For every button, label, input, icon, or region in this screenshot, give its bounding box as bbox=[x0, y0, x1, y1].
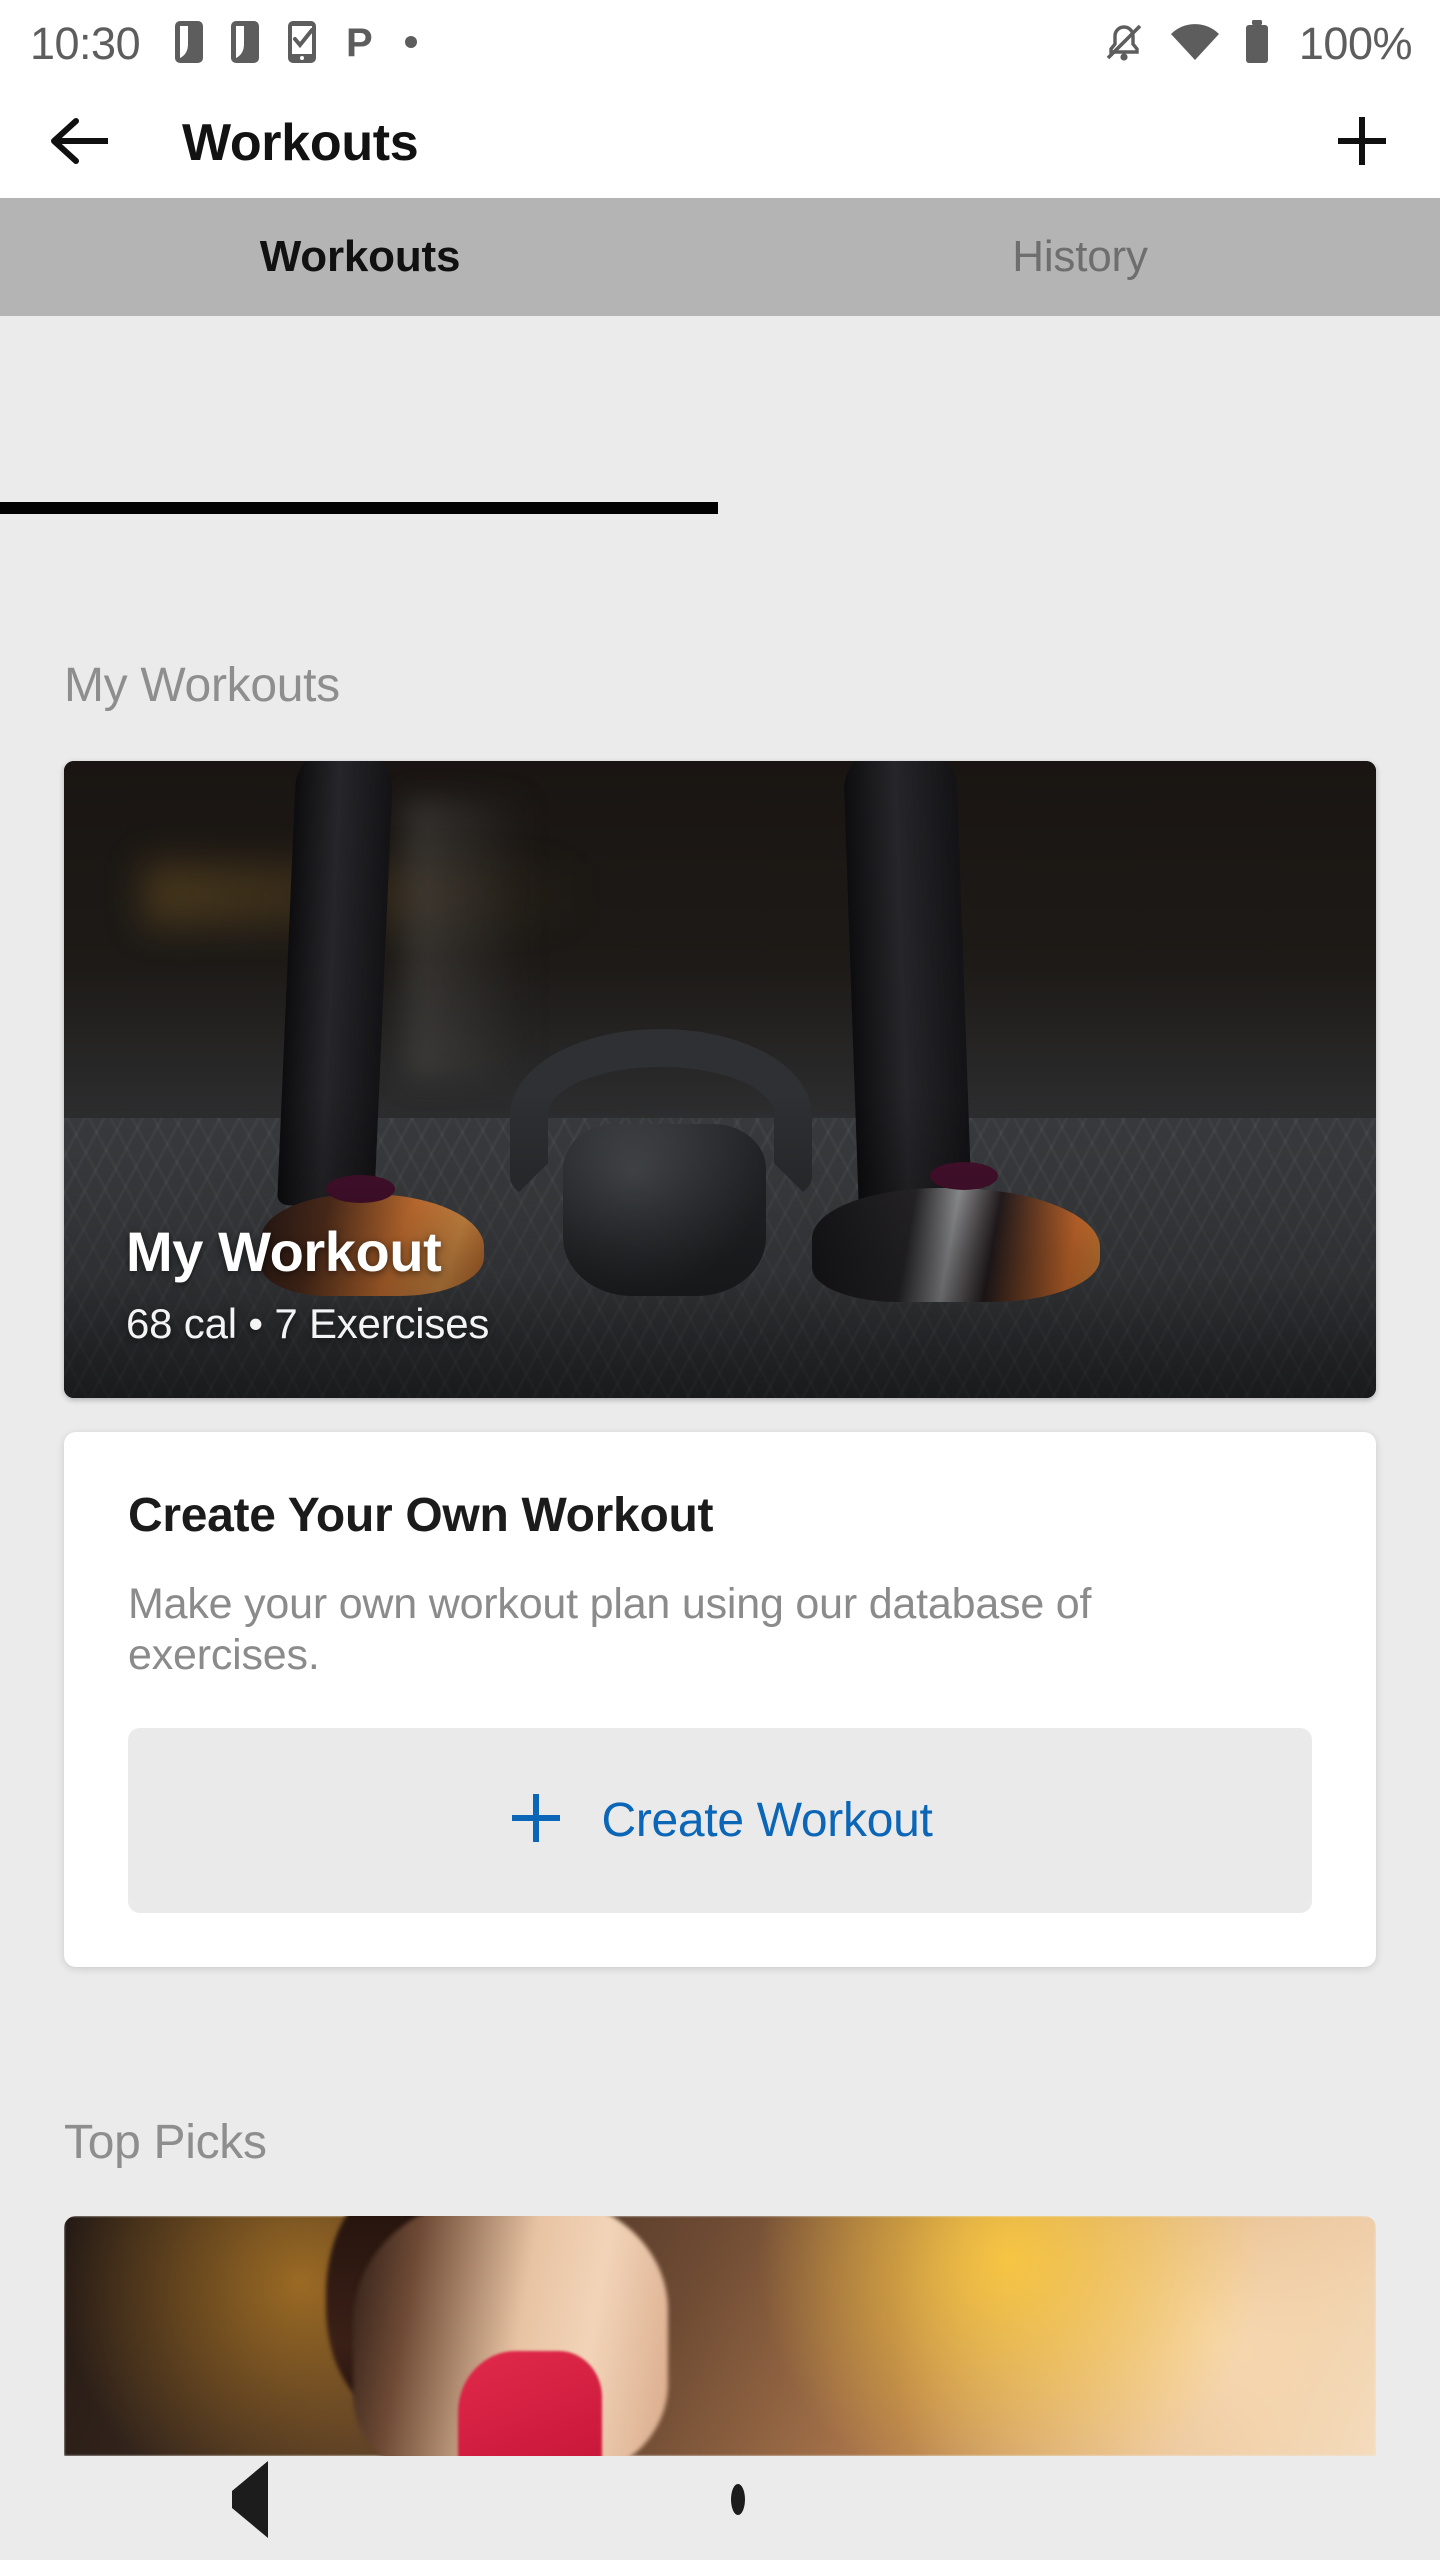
battery-percent-label: 100% bbox=[1298, 18, 1413, 69]
status-bar: 10:30 P 100% bbox=[0, 0, 1440, 88]
status-bar-system-icons: 100% bbox=[1101, 18, 1413, 71]
notifications-off-icon bbox=[1101, 18, 1147, 71]
app-bar: Workouts bbox=[0, 88, 1440, 198]
tab-workouts[interactable]: Workouts bbox=[0, 232, 720, 282]
page-title: Workouts bbox=[182, 114, 419, 172]
status-bar-clock: 10:30 bbox=[30, 18, 141, 69]
create-card-title: Create Your Own Workout bbox=[128, 1489, 714, 1542]
create-card-description: Make your own workout plan using our dat… bbox=[128, 1580, 1092, 1679]
create-workout-button-label: Create Workout bbox=[601, 1794, 933, 1848]
section-heading-top-picks: Top Picks bbox=[64, 2116, 267, 2170]
android-navigation-bar bbox=[0, 2440, 1440, 2560]
plus-icon bbox=[507, 1789, 565, 1852]
workout-card-my-workout[interactable]: My Workout 68 cal • 7 Exercises bbox=[64, 761, 1376, 1398]
create-workout-button[interactable]: Create Workout bbox=[128, 1728, 1312, 1914]
nav-home-icon[interactable] bbox=[730, 2484, 745, 2515]
status-bar-notification-icons: P bbox=[174, 20, 418, 69]
sim-card-icon bbox=[230, 20, 260, 69]
tab-bar: Workouts History bbox=[0, 198, 1440, 316]
section-heading-my-workouts: My Workouts bbox=[64, 659, 340, 712]
content-scroll-area[interactable]: My Workouts My Workout 68 cal • 7 Exerci… bbox=[0, 514, 1440, 2560]
task-complete-icon bbox=[286, 20, 318, 69]
nav-back-icon[interactable] bbox=[231, 2461, 268, 2538]
create-your-own-workout-card: Create Your Own Workout Make your own wo… bbox=[64, 1432, 1376, 1968]
tab-history[interactable]: History bbox=[720, 232, 1440, 282]
plus-icon[interactable] bbox=[1332, 111, 1392, 176]
svg-text:P: P bbox=[346, 21, 373, 64]
workout-card-text: My Workout 68 cal • 7 Exercises bbox=[126, 1219, 489, 1348]
workout-card-title: My Workout bbox=[126, 1220, 442, 1283]
dot-icon bbox=[404, 35, 418, 54]
battery-full-icon bbox=[1243, 19, 1271, 70]
pinterest-icon: P bbox=[344, 20, 378, 69]
sim-card-icon bbox=[174, 20, 204, 69]
wifi-icon bbox=[1169, 20, 1221, 69]
arrow-back-icon[interactable] bbox=[48, 115, 112, 172]
tab-active-indicator bbox=[0, 502, 718, 514]
top-pick-card[interactable] bbox=[64, 2216, 1376, 2457]
workout-card-subtitle: 68 cal • 7 Exercises bbox=[126, 1300, 490, 1347]
top-pick-card-image bbox=[64, 2216, 1376, 2457]
app-screen: 10:30 P 100% Workouts Workouts History M… bbox=[0, 0, 1440, 2560]
